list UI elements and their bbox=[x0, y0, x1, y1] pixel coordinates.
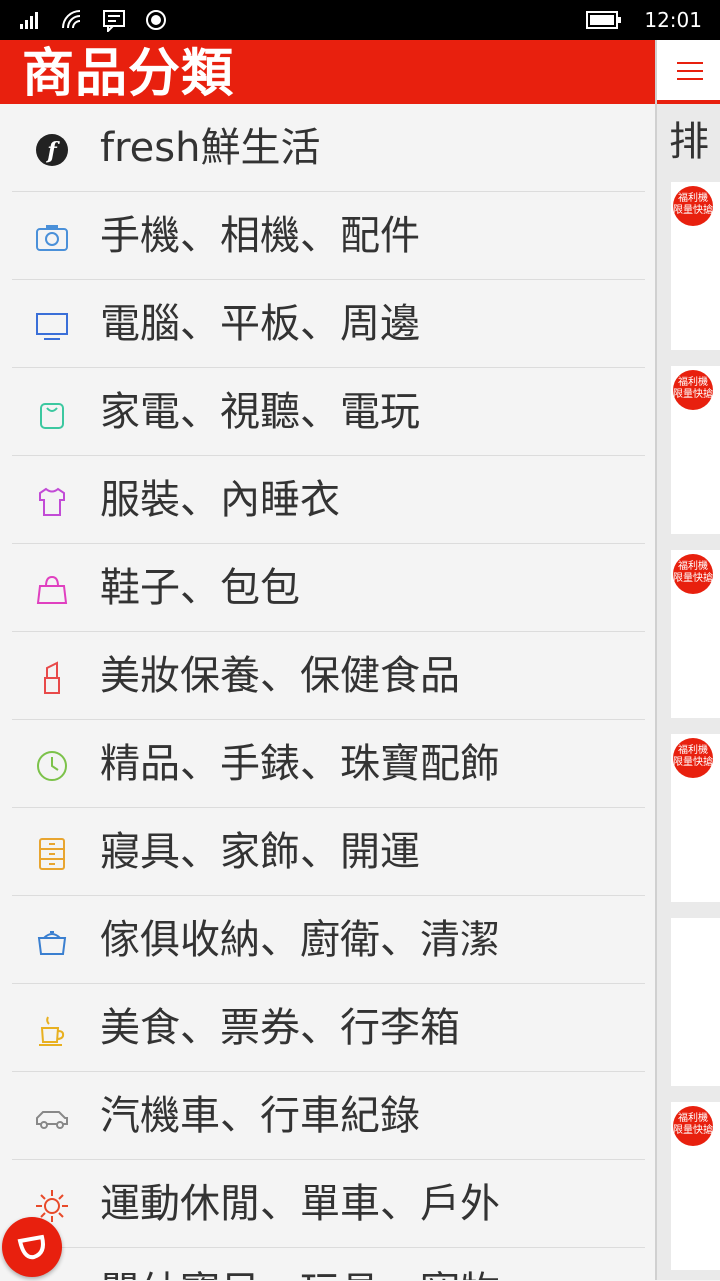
signal-icon bbox=[20, 12, 38, 29]
menu-icon[interactable] bbox=[677, 62, 703, 80]
category-label: 嬰幼寶貝、玩具、寵物 bbox=[100, 1266, 500, 1280]
category-label: 運動休閒、單車、戶外 bbox=[100, 1181, 500, 1227]
category-item-clothing[interactable]: 服裝、內睡衣 bbox=[0, 456, 655, 544]
category-item-luxury[interactable]: 精品、手錶、珠寶配飾 bbox=[0, 720, 655, 808]
category-label: 手機、相機、配件 bbox=[100, 213, 420, 259]
cup-icon bbox=[39, 1016, 65, 1046]
status-bar: 12:01 bbox=[0, 0, 720, 40]
category-label: 美食、票券、行李箱 bbox=[100, 1005, 460, 1051]
category-label: 傢俱收納、廚衛、清潔 bbox=[100, 917, 500, 963]
category-item-bedding[interactable]: 寢具、家飾、開運 bbox=[0, 808, 655, 896]
product-card[interactable]: 福利機 限量快搶! bbox=[671, 1102, 720, 1270]
wifi-icon bbox=[62, 10, 81, 29]
promo-badge: 福利機 限量快搶! bbox=[673, 554, 713, 594]
product-card[interactable] bbox=[671, 918, 720, 1086]
category-drawer: 商品分類 f fresh鮮生活 手機、相機、配件 電腦、平板、周邊 家電、視聽、… bbox=[0, 40, 655, 1280]
promo-badge: 福利機 限量快搶! bbox=[673, 1106, 713, 1146]
ranking-title: 排 bbox=[669, 119, 709, 165]
category-label: 精品、手錶、珠寶配飾 bbox=[100, 741, 500, 787]
category-item-computers[interactable]: 電腦、平板、周邊 bbox=[0, 280, 655, 368]
product-card[interactable]: 福利機 限量快搶! bbox=[671, 734, 720, 902]
bag-icon bbox=[40, 403, 64, 429]
category-item-food[interactable]: 美食、票券、行李箱 bbox=[0, 984, 655, 1072]
category-list: f fresh鮮生活 手機、相機、配件 電腦、平板、周邊 家電、視聽、電玩 服裝… bbox=[0, 104, 655, 1280]
handbag-icon bbox=[36, 575, 68, 604]
product-card[interactable]: 福利機 限量快搶! bbox=[671, 550, 720, 718]
fresh-icon: f bbox=[36, 134, 68, 166]
category-label: 電腦、平板、周邊 bbox=[100, 301, 420, 347]
clock: 12:01 bbox=[644, 8, 702, 32]
category-label: 美妝保養、保健食品 bbox=[100, 653, 460, 699]
category-item-baby[interactable]: 嬰幼寶貝、玩具、寵物 bbox=[0, 1248, 655, 1280]
main-page: 排 福利機 限量快搶! 福利機 限量快搶! 福利機 限量快搶! 福利機 限量快搶! 福利… bbox=[655, 40, 720, 1280]
car-icon bbox=[36, 1111, 68, 1129]
category-label: fresh鮮生活 bbox=[100, 125, 321, 171]
category-item-shoes-bags[interactable]: 鞋子、包包 bbox=[0, 544, 655, 632]
category-label: 服裝、內睡衣 bbox=[100, 477, 340, 523]
product-card[interactable]: 福利機 限量快搶! bbox=[671, 366, 720, 534]
monitor-icon bbox=[36, 313, 68, 340]
category-item-furniture[interactable]: 傢俱收納、廚衛、清潔 bbox=[0, 896, 655, 984]
message-icon bbox=[103, 10, 125, 32]
category-item-fresh[interactable]: f fresh鮮生活 bbox=[0, 104, 655, 192]
shirt-icon bbox=[39, 487, 65, 516]
lipstick-icon bbox=[44, 661, 60, 694]
pot-icon bbox=[37, 931, 67, 955]
promo-badge: 福利機 限量快搶! bbox=[673, 186, 713, 226]
category-label: 鞋子、包包 bbox=[100, 565, 300, 611]
logo-icon bbox=[17, 1234, 45, 1260]
drawer-header: 商品分類 bbox=[0, 40, 655, 104]
category-label: 家電、視聽、電玩 bbox=[100, 389, 420, 435]
category-item-appliances[interactable]: 家電、視聽、電玩 bbox=[0, 368, 655, 456]
promo-badge: 福利機 限量快搶! bbox=[673, 738, 713, 778]
app-logo-button[interactable] bbox=[2, 1217, 62, 1277]
category-label: 寢具、家飾、開運 bbox=[100, 829, 420, 875]
drawer-icon bbox=[39, 838, 65, 870]
clock-icon bbox=[37, 751, 67, 781]
category-item-beauty[interactable]: 美妝保養、保健食品 bbox=[0, 632, 655, 720]
promo-badge: 福利機 限量快搶! bbox=[673, 370, 713, 410]
main-toolbar bbox=[657, 40, 720, 104]
category-label: 汽機車、行車紀錄 bbox=[100, 1093, 420, 1139]
location-icon bbox=[146, 10, 166, 30]
drawer-title: 商品分類 bbox=[22, 44, 235, 104]
camera-icon bbox=[36, 225, 68, 251]
category-item-phones[interactable]: 手機、相機、配件 bbox=[0, 192, 655, 280]
battery-icon bbox=[586, 11, 622, 29]
category-item-sports[interactable]: 運動休閒、單車、戶外 bbox=[0, 1160, 655, 1248]
category-item-vehicles[interactable]: 汽機車、行車紀錄 bbox=[0, 1072, 655, 1160]
product-card[interactable]: 福利機 限量快搶! bbox=[671, 182, 720, 350]
